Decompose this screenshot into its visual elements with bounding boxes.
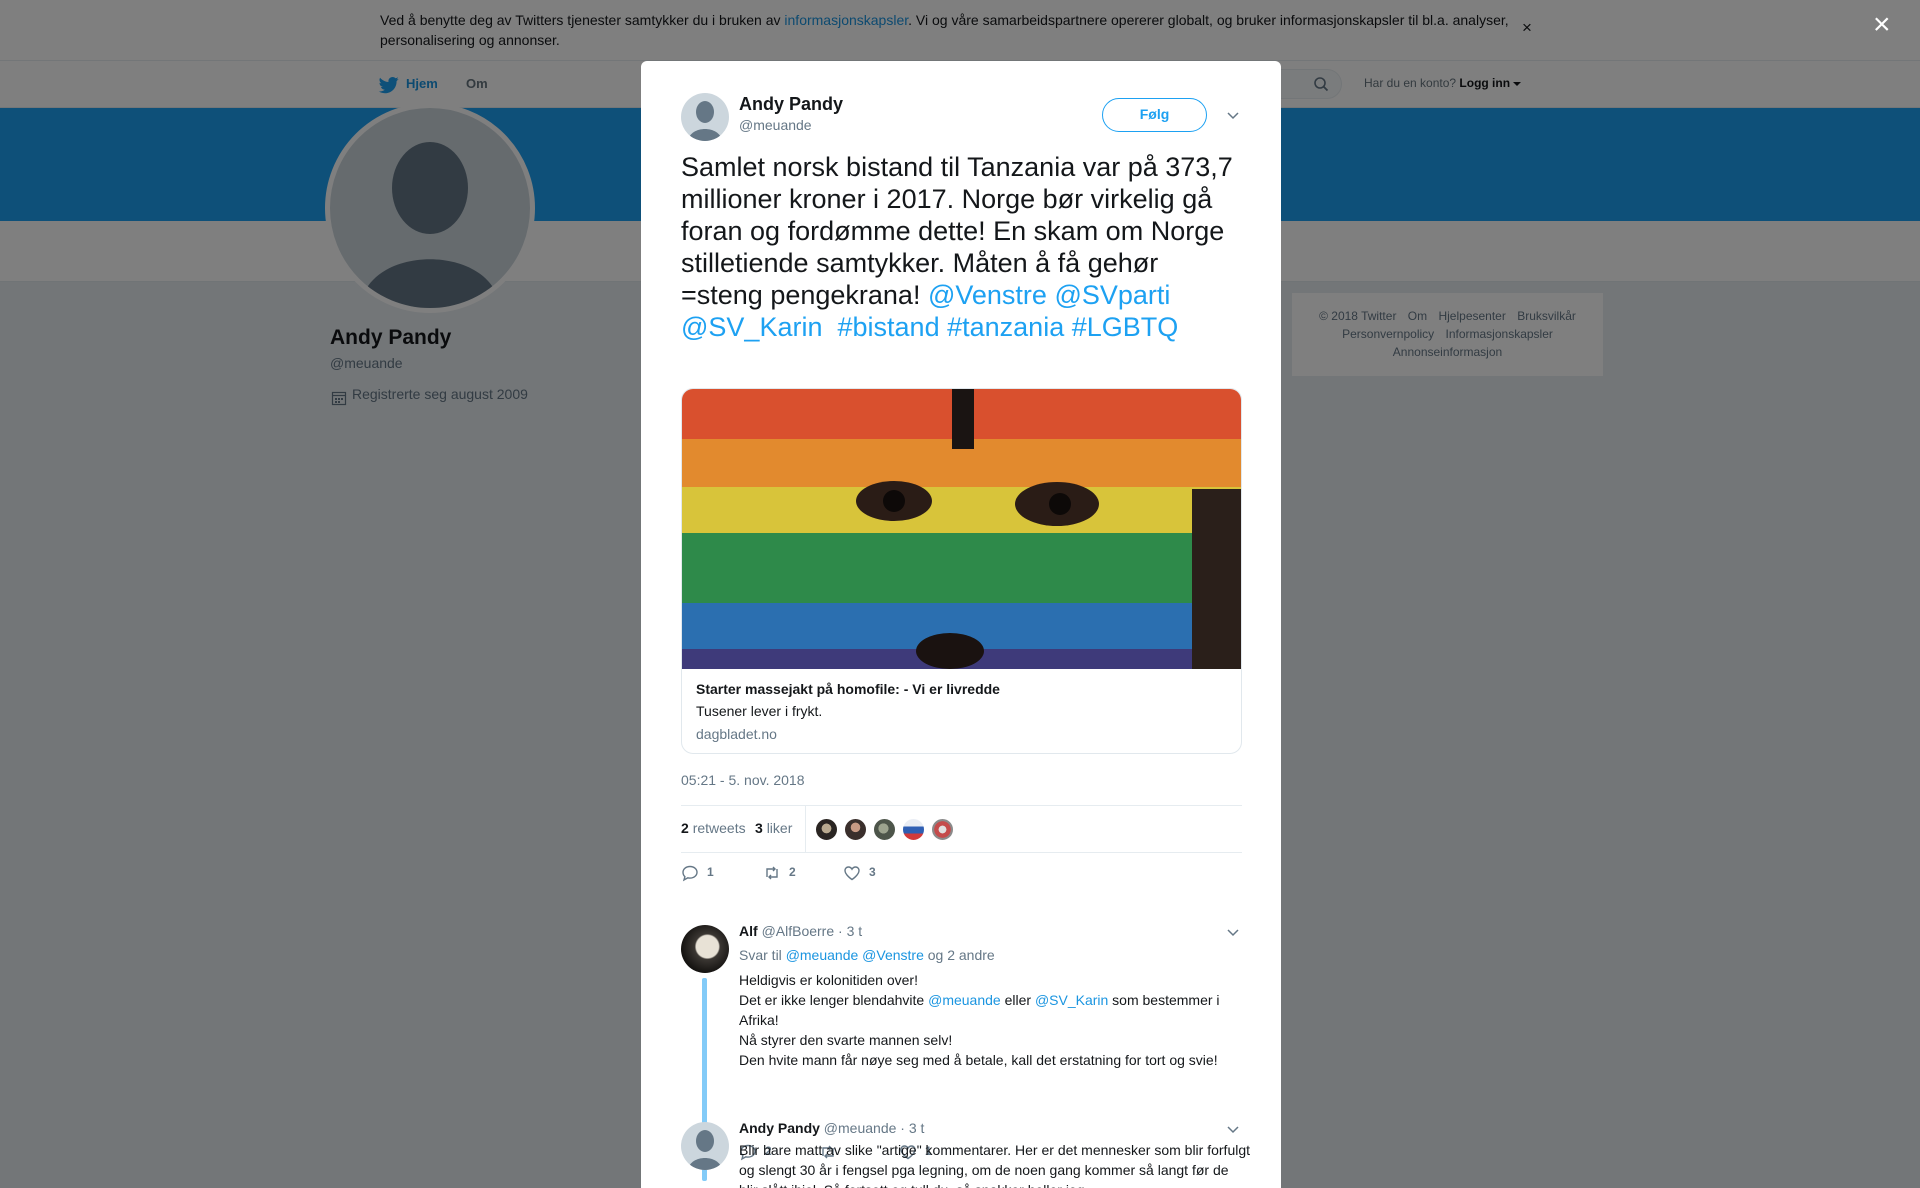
mention-link[interactable]: @SV_Karin — [1035, 992, 1108, 1008]
liker-avatar[interactable] — [873, 818, 896, 841]
retweet-icon — [766, 866, 778, 880]
like-count[interactable]: 3 liker — [755, 820, 792, 836]
chevron-down-icon[interactable] — [1226, 1122, 1240, 1136]
tweet-modal: Andy Pandy @meuande Følg Samlet norsk bi… — [641, 61, 1281, 1188]
stats-divider — [805, 806, 806, 852]
reply-author-handle[interactable]: @meuande — [824, 1120, 897, 1136]
chevron-down-icon[interactable] — [1226, 108, 1240, 122]
reply-author-name[interactable]: Andy Pandy — [739, 1120, 820, 1136]
tweet-author-name[interactable]: Andy Pandy — [739, 94, 843, 115]
mention-link[interactable]: @SVparti — [1054, 280, 1170, 310]
close-icon[interactable]: × — [1873, 10, 1891, 40]
reply-author-avatar[interactable] — [681, 925, 729, 973]
card-image — [682, 389, 1241, 669]
hashtag-link[interactable]: #bistand — [838, 312, 940, 342]
tweet-author-handle[interactable]: @meuande — [739, 117, 812, 133]
card-description: Tusener lever i frykt. — [696, 703, 823, 719]
hashtag-link[interactable]: #LGBTQ — [1072, 312, 1179, 342]
reply-author-name[interactable]: Alf — [739, 923, 758, 939]
liker-avatar[interactable] — [902, 818, 925, 841]
reply-header: Alf @AlfBoerre · 3 t — [739, 923, 862, 939]
tweet-timestamp[interactable]: 05:21 - 5. nov. 2018 — [681, 772, 805, 788]
reply-header: Andy Pandy @meuande · 3 t — [739, 1120, 924, 1136]
card-domain: dagbladet.no — [696, 726, 777, 742]
mention-link[interactable]: @meuande — [928, 992, 1001, 1008]
mention-link[interactable]: @Venstre — [862, 947, 924, 963]
retweet-count[interactable]: 2 retweets — [681, 820, 746, 836]
default-avatar-icon — [688, 1130, 722, 1170]
reply-to-line: Svar til @meuande @Venstre og 2 andre — [739, 947, 995, 963]
reply-time[interactable]: · 3 t — [900, 1120, 924, 1136]
default-avatar-icon — [688, 101, 722, 141]
mention-link[interactable]: @meuande — [786, 947, 859, 963]
reply-author-avatar[interactable] — [681, 1122, 729, 1170]
reply-author-handle[interactable]: @AlfBoerre — [762, 923, 835, 939]
mention-link[interactable]: @Venstre — [928, 280, 1047, 310]
tweet-text: Samlet norsk bistand til Tanzania var på… — [681, 152, 1233, 342]
like-button[interactable]: 3 — [843, 864, 876, 882]
tweet-author-avatar[interactable] — [681, 93, 729, 141]
reply-text: Heldigvis er kolonitiden over! Det er ik… — [739, 972, 1220, 1068]
heart-icon — [844, 866, 860, 881]
hashtag-link[interactable]: #tanzania — [947, 312, 1064, 342]
reply-time[interactable]: · 3 t — [838, 923, 862, 939]
retweet-button[interactable]: 2 — [763, 864, 796, 882]
tweet-stats: 2 retweets 3 liker — [681, 805, 1242, 853]
mention-link[interactable]: @SV_Karin — [681, 312, 822, 342]
chevron-down-icon[interactable] — [1226, 925, 1240, 939]
reply-icon — [682, 865, 698, 882]
reply-text: Blir bare matt av slike "artige" komment… — [739, 1142, 1251, 1188]
link-card[interactable]: Starter massejakt på homofile: - Vi er l… — [681, 388, 1242, 754]
liker-avatar[interactable] — [844, 818, 867, 841]
card-title: Starter massejakt på homofile: - Vi er l… — [696, 681, 1000, 697]
reply-button[interactable]: 1 — [681, 864, 714, 882]
liker-avatar[interactable] — [931, 818, 954, 841]
follow-button[interactable]: Følg — [1102, 98, 1207, 132]
liker-avatar[interactable] — [815, 818, 838, 841]
